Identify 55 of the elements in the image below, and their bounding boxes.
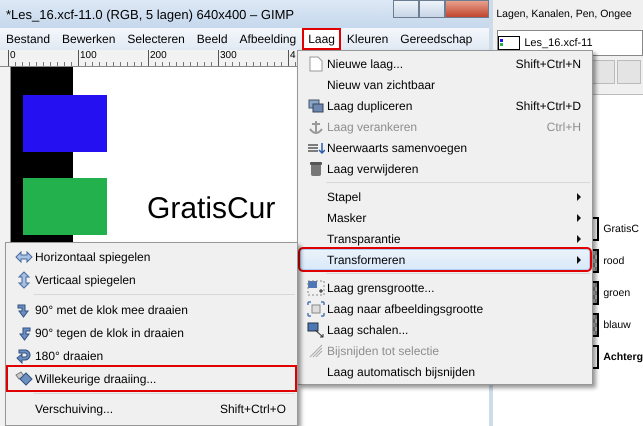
menu-item[interactable]: Horizontaal spiegelen: [8, 245, 295, 268]
rotate-diamond-icon: [15, 370, 33, 386]
menu-item[interactable]: Laag automatisch bijsnijden: [300, 361, 590, 382]
merge-down-icon: [307, 140, 325, 154]
layer-name[interactable]: groen: [603, 287, 630, 299]
layer-name[interactable]: rood: [603, 255, 624, 267]
menu-item[interactable]: 180° draaien: [8, 344, 295, 367]
rotate-clockwise-icon: [16, 302, 32, 318]
menu-item[interactable]: Nieuwe laag... Shift+Ctrl+N: [300, 53, 590, 74]
menu[interactable]: Selecteren: [121, 28, 191, 50]
fit-to-image-icon: [307, 300, 325, 316]
menu-item[interactable]: Transparantie: [300, 228, 590, 249]
menu-item[interactable]: Verticaal spiegelen: [8, 268, 295, 291]
menu-item[interactable]: Transformeren: [300, 249, 590, 270]
menu-item[interactable]: Willekeurige draaiing...: [8, 367, 295, 390]
menu[interactable]: Gereedschap: [394, 28, 478, 50]
menu-item[interactable]: Laag naar afbeeldingsgrootte: [300, 298, 590, 319]
window-title: *Les_16.xcf-11.0 (RGB, 5 lagen) 640x400 – GIMP: [6, 6, 294, 22]
menu[interactable]: Kleuren: [340, 28, 394, 50]
rotate-counterclockwise-icon: [16, 324, 32, 340]
anchor-icon: [309, 118, 323, 134]
dock-title: Lagen, Kanalen, Pen, Ongee: [495, 7, 633, 22]
menu[interactable]: Bestand: [0, 28, 56, 50]
menu-item[interactable]: Laag verwijderen: [300, 158, 590, 179]
menu-item[interactable]: Nieuw van zichtbaar: [300, 74, 590, 95]
canvas-text: GratisCur: [147, 192, 276, 226]
rotate-half-icon: [16, 348, 32, 364]
vertical-arrows-icon: [17, 270, 31, 288]
menu-item[interactable]: Laag schalen...: [300, 319, 590, 340]
trash-icon: [309, 160, 323, 176]
new-layer-icon: [309, 56, 323, 72]
horizontal-arrows-icon: [15, 250, 33, 264]
menu[interactable]: Afbeelding: [234, 28, 302, 50]
menu-item[interactable]: 90° tegen de klok in draaien: [8, 321, 295, 344]
layer-boundary-icon: [307, 280, 325, 296]
duplicate-icon: [308, 98, 324, 112]
menu[interactable]: Beeld: [190, 28, 234, 50]
layer-name[interactable]: GratisC: [603, 223, 639, 235]
menu-item[interactable]: Stapel: [300, 186, 590, 207]
scale-layer-icon: [307, 322, 325, 338]
menu-item[interactable]: Laag dupliceren Shift+Ctrl+D: [300, 95, 590, 116]
minimize-button[interactable]: [393, 0, 420, 18]
menu-item[interactable]: Masker: [300, 207, 590, 228]
crop-icon: [308, 342, 324, 358]
close-button[interactable]: [445, 0, 490, 18]
menu-item[interactable]: 90° met de klok mee draaien: [8, 298, 295, 321]
image-thumbnail-icon: [498, 36, 520, 50]
maximize-button[interactable]: [419, 0, 446, 18]
menu-item[interactable]: Laag grensgrootte...: [300, 277, 590, 298]
layer-name[interactable]: Achterg: [603, 351, 643, 363]
menu[interactable]: Laag: [302, 28, 341, 50]
menu[interactable]: Bewerken: [56, 28, 122, 50]
menu-item[interactable]: Neerwaarts samenvoegen: [300, 137, 590, 158]
layer-name[interactable]: blauw: [603, 319, 631, 331]
menu-item[interactable]: Verschuiving... Shift+Ctrl+O: [8, 397, 295, 420]
